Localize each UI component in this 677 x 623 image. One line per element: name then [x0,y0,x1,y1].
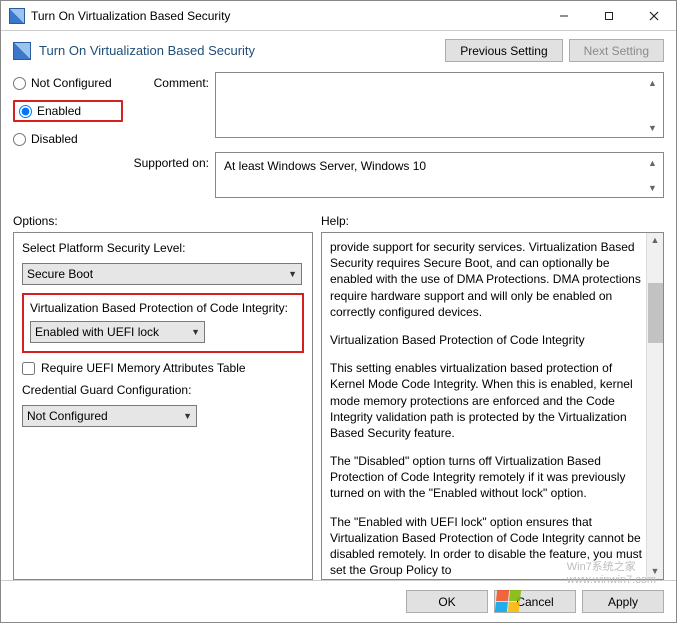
help-text: The "Enabled with UEFI lock" option ensu… [330,514,643,579]
supported-scrollbar: ▲ ▼ [644,155,661,195]
help-scrollbar[interactable]: ▲ ▼ [646,233,663,579]
state-not-configured[interactable]: Not Configured [13,76,123,90]
state-disabled[interactable]: Disabled [13,132,123,146]
radio-disabled[interactable] [13,133,26,146]
radio-label: Disabled [31,132,78,146]
help-text: This setting enables virtualization base… [330,360,643,441]
policy-title: Turn On Virtualization Based Security [39,43,445,58]
gpo-editor-window: Turn On Virtualization Based Security Tu… [0,0,677,623]
help-panel: provide support for security services. V… [321,232,664,580]
scroll-up-icon[interactable]: ▲ [645,75,660,90]
config-area: Not Configured Enabled Disabled Comment:… [1,72,676,206]
next-setting-button[interactable]: Next Setting [569,39,664,62]
scrollbar-thumb[interactable] [648,283,663,343]
scroll-up-icon: ▲ [645,155,660,170]
supported-label: Supported on: [123,152,209,170]
platform-security-level-label: Select Platform Security Level: [22,241,304,255]
credential-guard-label: Credential Guard Configuration: [22,383,304,397]
scroll-down-icon[interactable]: ▼ [648,564,663,579]
ok-button[interactable]: OK [406,590,488,613]
require-uefi-mat-row[interactable]: Require UEFI Memory Attributes Table [22,361,304,375]
vbpci-select[interactable]: Enabled with UEFI lock ▼ [30,321,205,343]
policy-icon [13,42,31,60]
titlebar: Turn On Virtualization Based Security [1,1,676,31]
radio-label: Enabled [37,104,81,118]
platform-security-level-select[interactable]: Secure Boot ▼ [22,263,302,285]
radio-enabled[interactable] [19,105,32,118]
options-panel: Select Platform Security Level: Secure B… [13,232,313,580]
chevron-down-icon: ▼ [183,411,192,421]
window-controls [541,1,676,30]
state-radio-group: Not Configured Enabled Disabled [13,72,123,198]
scroll-down-icon: ▼ [645,180,660,195]
cancel-button[interactable]: Cancel [494,590,576,613]
apply-button[interactable]: Apply [582,590,664,613]
comment-textarea[interactable]: ▲ ▼ [215,72,664,138]
credential-guard-select[interactable]: Not Configured ▼ [22,405,197,427]
help-section-label: Help: [321,214,349,228]
header-row: Turn On Virtualization Based Security Pr… [1,31,676,72]
panels: Select Platform Security Level: Secure B… [1,232,676,580]
section-labels: Options: Help: [1,206,676,232]
comment-scrollbar[interactable]: ▲ ▼ [644,75,661,135]
previous-setting-button[interactable]: Previous Setting [445,39,562,62]
close-button[interactable] [631,1,676,30]
checkbox-label: Require UEFI Memory Attributes Table [41,361,246,375]
supported-on-value: At least Windows Server, Windows 10 [224,159,426,173]
options-section-label: Options: [13,214,321,228]
radio-label: Not Configured [31,76,112,90]
select-value: Not Configured [27,409,108,423]
supported-row: Supported on: At least Windows Server, W… [123,152,664,198]
vbpci-label: Virtualization Based Protection of Code … [30,301,296,315]
code-integrity-highlight: Virtualization Based Protection of Code … [22,293,304,353]
scroll-down-icon[interactable]: ▼ [645,120,660,135]
comment-row: Comment: ▲ ▼ [123,72,664,138]
comment-label: Comment: [123,72,209,90]
require-uefi-mat-checkbox[interactable] [22,362,35,375]
state-enabled-highlight: Enabled [13,100,123,122]
select-value: Secure Boot [27,267,93,281]
select-value: Enabled with UEFI lock [35,325,159,339]
app-icon [9,8,25,24]
help-text: provide support for security services. V… [330,239,643,320]
state-enabled[interactable]: Enabled [19,104,81,118]
chevron-down-icon: ▼ [191,327,200,337]
radio-not-configured[interactable] [13,77,26,90]
supported-on-box: At least Windows Server, Windows 10 ▲ ▼ [215,152,664,198]
help-text: The "Disabled" option turns off Virtuali… [330,453,643,502]
help-text: Virtualization Based Protection of Code … [330,332,643,348]
minimize-button[interactable] [541,1,586,30]
scroll-up-icon[interactable]: ▲ [648,233,663,248]
dialog-footer: OK Cancel Apply [1,580,676,622]
chevron-down-icon: ▼ [288,269,297,279]
window-title: Turn On Virtualization Based Security [31,9,541,23]
maximize-button[interactable] [586,1,631,30]
